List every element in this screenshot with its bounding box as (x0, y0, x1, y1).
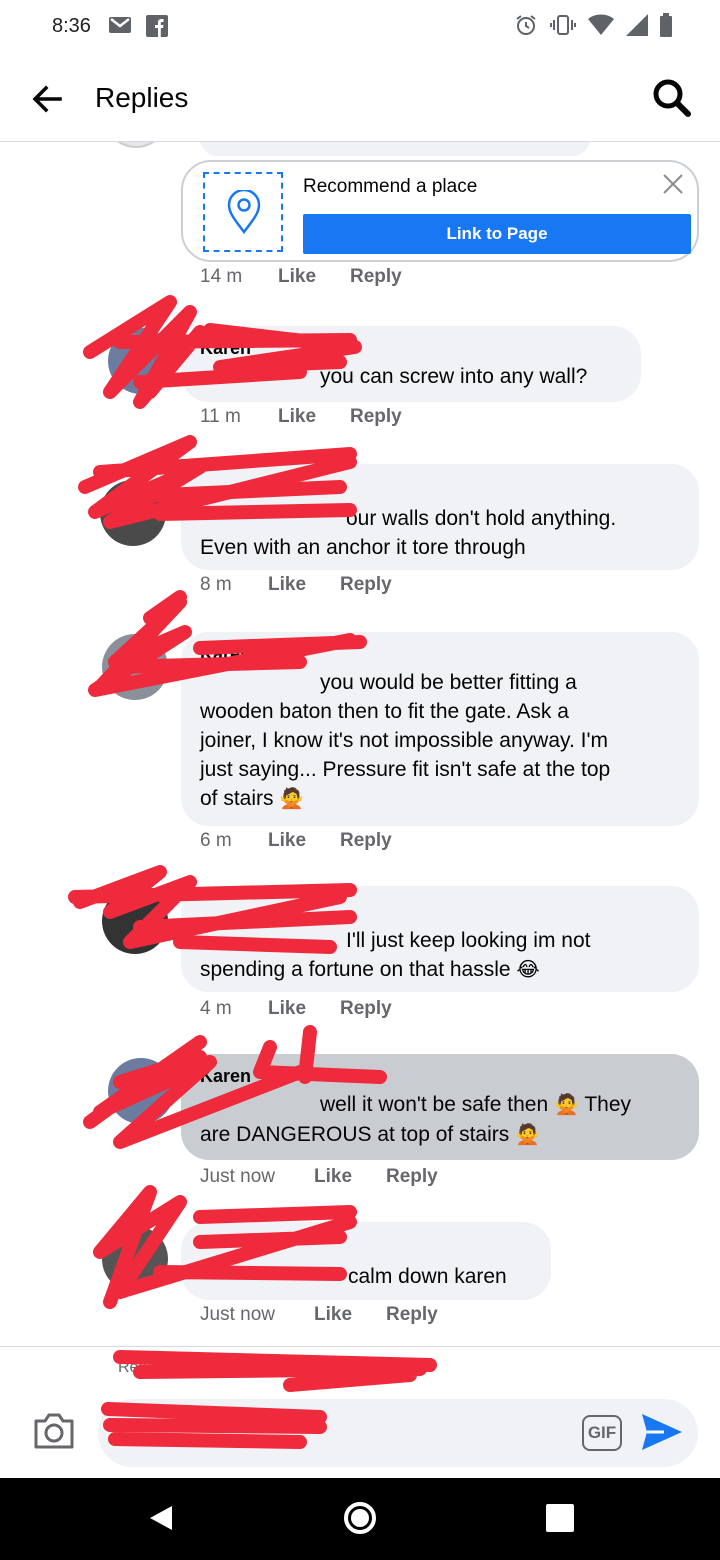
laughing-emoji: 😂 (516, 959, 540, 981)
wifi-icon (588, 14, 614, 35)
like-button[interactable]: Like (278, 266, 350, 288)
comment-text-line: wooden baton then to fit the gate. Ask a (200, 700, 569, 723)
comment-text-line: well it won't be safe then (320, 1093, 549, 1116)
comment-author[interactable]: Karen (200, 338, 622, 359)
comment-actions: 4 m Like Reply (200, 998, 392, 1020)
reply-button[interactable]: Reply (350, 406, 402, 428)
comment-actions: Just now Like Reply (200, 1166, 438, 1188)
link-to-page-button[interactable]: Link to Page (303, 214, 691, 254)
comment-text-line: just saying... Pressure fit isn't safe a… (200, 758, 611, 781)
avatar[interactable] (108, 142, 164, 148)
comment-text-line: are DANGEROUS at top of stairs (200, 1123, 510, 1146)
like-button[interactable]: Like (268, 998, 340, 1020)
comment-time: 6 m (200, 830, 232, 851)
replies-thread[interactable]: Recommend a place Link to Page 14 m Like… (0, 142, 720, 1346)
comment-text-line: Even with an anchor it tore through (200, 536, 526, 559)
comment-bubble[interactable]: our walls don't hold anything. Even with… (181, 464, 699, 570)
comment-text-line: you would be better fitting a (320, 671, 577, 694)
comment-text-line: of stairs (200, 787, 274, 810)
status-time: 8:36 (52, 15, 91, 37)
comment-actions: Just now Like Reply (200, 1304, 438, 1326)
recents-nav-icon[interactable] (540, 1498, 580, 1538)
system-navigation-bar (0, 1478, 720, 1560)
comment-bubble[interactable]: calm down karen (181, 1222, 551, 1300)
comment-bubble[interactable] (200, 142, 590, 156)
comment-actions: 6 m Like Reply (200, 830, 392, 852)
comment-author[interactable]: Karen (200, 1066, 680, 1087)
comment-bubble[interactable]: I'll just keep looking im not spending a… (181, 886, 699, 992)
location-pin-icon (227, 190, 261, 234)
facebook-notification-icon (146, 15, 168, 37)
reply-button[interactable]: Reply (350, 266, 402, 288)
page-title: Replies (95, 82, 189, 113)
comment-actions: 11 m Like Reply (200, 406, 402, 428)
comment-text-line: spending a fortune on that hassle (200, 958, 511, 981)
vibrate-icon (550, 15, 576, 35)
avatar[interactable] (102, 888, 168, 954)
comment-time: 14 m (200, 266, 243, 287)
comment-text-line: I'll just keep looking im not (346, 929, 591, 952)
gmail-icon (109, 17, 131, 33)
comment-actions: 14 m Like Reply (200, 266, 402, 288)
comment-text: calm down karen (348, 1265, 507, 1288)
avatar[interactable] (108, 1058, 174, 1124)
woman-gesturing-no-emoji: 🙅 (515, 1124, 541, 1146)
recommend-place-label: Recommend a place (303, 176, 478, 197)
comment-time: 8 m (200, 574, 232, 595)
comment-time: Just now (200, 1304, 275, 1325)
avatar[interactable] (102, 1226, 168, 1292)
comment-bubble[interactable]: Karen you can screw into any wall? (181, 326, 641, 402)
send-icon[interactable] (640, 1411, 684, 1453)
comment-time: 11 m (200, 406, 241, 427)
app-bar: Replies (0, 56, 720, 142)
replying-to-label: Replying to (118, 1359, 199, 1376)
avatar[interactable] (102, 634, 168, 700)
like-button[interactable]: Like (314, 1166, 386, 1188)
battery-icon (660, 13, 672, 37)
comment-time: Just now (200, 1166, 275, 1187)
comment-text-line: joiner, I know it's not impossible anywa… (200, 729, 608, 752)
comment-text-line: our walls don't hold anything. (346, 507, 617, 530)
comment-text-line: They (584, 1093, 632, 1116)
comment-bubble[interactable]: Karen you would be better fitting a wood… (181, 632, 699, 826)
reply-button[interactable]: Reply (386, 1304, 438, 1326)
alarm-icon (516, 15, 536, 35)
status-bar: 8:36 (0, 0, 720, 56)
close-icon[interactable] (661, 172, 685, 196)
avatar[interactable] (100, 480, 166, 546)
signal-icon (626, 14, 648, 36)
comment-time: 4 m (200, 998, 232, 1019)
reply-button[interactable]: Reply (386, 1166, 438, 1188)
comment-author[interactable]: Karen (200, 644, 680, 665)
gif-button[interactable]: GIF (582, 1415, 622, 1451)
woman-gesturing-no-emoji: 🙅 (553, 1094, 579, 1116)
back-nav-icon[interactable] (142, 1498, 182, 1538)
comment-text: you can screw into any wall? (320, 365, 588, 388)
comment-bubble-selected[interactable]: Karen well it won't be safe then 🙅 They … (181, 1054, 699, 1160)
place-thumbnail (203, 172, 283, 252)
recommend-place-card: Recommend a place Link to Page (181, 160, 699, 262)
camera-icon[interactable] (32, 1411, 76, 1451)
like-button[interactable]: Like (278, 406, 350, 428)
like-button[interactable]: Like (314, 1304, 386, 1326)
reply-button[interactable]: Reply (340, 574, 392, 596)
comment-actions: 8 m Like Reply (200, 574, 392, 596)
reply-button[interactable]: Reply (340, 998, 392, 1020)
like-button[interactable]: Like (268, 574, 340, 596)
like-button[interactable]: Like (268, 830, 340, 852)
back-arrow-icon[interactable] (30, 82, 64, 116)
home-nav-icon[interactable] (340, 1498, 380, 1538)
reply-composer: Replying to GIF (0, 1346, 720, 1478)
avatar[interactable] (108, 328, 174, 394)
reply-button[interactable]: Reply (340, 830, 392, 852)
woman-gesturing-no-emoji: 🙅 (279, 788, 305, 810)
search-icon[interactable] (652, 78, 692, 118)
